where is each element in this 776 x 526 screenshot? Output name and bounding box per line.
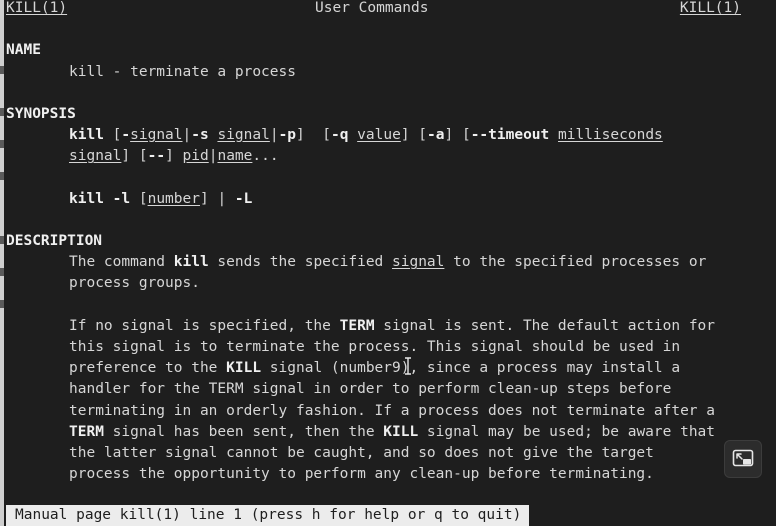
description-p1-line-1: The command kill sends the specified sig… xyxy=(6,252,770,273)
synopsis-text: ] [ xyxy=(121,148,148,165)
description-text: signal is sent. The default action for xyxy=(374,317,716,334)
description-bold-term: TERM xyxy=(69,423,104,440)
picture-in-picture-button[interactable] xyxy=(724,440,762,478)
synopsis-option: -- xyxy=(147,148,166,165)
name-text: kill - terminate a process xyxy=(69,63,296,80)
description-text: signal may be used; be aware that xyxy=(418,423,716,440)
section-heading-description: DESCRIPTION xyxy=(6,233,103,250)
edge-tick xyxy=(0,300,4,308)
section-heading-name: NAME xyxy=(6,42,41,59)
description-text: process groups. xyxy=(69,275,200,292)
description-p1-line-2: process groups. xyxy=(6,273,770,294)
header-right-title: KILL(1) xyxy=(679,0,741,16)
synopsis-arg: signal xyxy=(69,148,122,165)
description-text: handler for the TERM signal in order to … xyxy=(69,381,672,398)
edge-tick xyxy=(0,66,4,74)
header-left-title: KILL(1) xyxy=(6,0,68,16)
synopsis-cmd: kill xyxy=(69,127,104,144)
left-edge-strip xyxy=(0,0,4,526)
synopsis-arg: signal xyxy=(217,127,270,144)
description-text: process the opportunity to perform any c… xyxy=(69,466,654,483)
synopsis-option: -q xyxy=(330,127,349,144)
description-p2-line-6: TERM signal has been sent, then the KILL… xyxy=(6,422,770,443)
terminal-window[interactable]: KILL(1) User Commands KILL(1) NAME kill … xyxy=(0,0,776,526)
synopsis-line-2: signal] [--] pid|name... xyxy=(6,146,770,167)
description-bold-term: kill xyxy=(173,254,209,271)
name-line: kill - terminate a process xyxy=(6,62,770,83)
synopsis-option: --timeout xyxy=(470,127,550,144)
description-arg: signal xyxy=(392,254,445,271)
synopsis-option: -a xyxy=(427,127,445,144)
description-text: the latter signal cannot be caught, and … xyxy=(69,444,654,461)
description-p2-line-1: If no signal is specified, the TERM sign… xyxy=(6,316,770,337)
description-p2-line-4: handler for the TERM signal in order to … xyxy=(6,379,770,400)
synopsis-text: ] [ xyxy=(296,127,331,144)
header-center-title: User Commands xyxy=(315,0,429,16)
synopsis-text xyxy=(348,127,357,143)
description-text: sends the specified xyxy=(208,254,393,271)
synopsis-arg: value xyxy=(357,127,401,144)
synopsis-text: ] [ xyxy=(400,127,428,144)
synopsis-option: -L xyxy=(234,190,253,207)
synopsis-text: [ xyxy=(103,127,122,144)
description-text: The command xyxy=(69,254,174,271)
description-text: terminating in an orderly fashion. If a … xyxy=(69,402,716,419)
synopsis-text: ... xyxy=(252,148,279,165)
picture-in-picture-icon xyxy=(732,449,754,467)
synopsis-line-1: kill [-signal|-s signal|-p] [-q value] [… xyxy=(6,125,770,146)
description-text: this signal is to terminate the process.… xyxy=(69,339,681,355)
description-p2-line-7: the latter signal cannot be caught, and … xyxy=(6,443,770,464)
synopsis-option: - xyxy=(121,127,131,144)
edge-tick xyxy=(0,108,4,116)
synopsis-cmd: kill xyxy=(69,190,104,207)
text-cursor-icon xyxy=(405,357,411,375)
synopsis-arg: pid xyxy=(182,148,209,165)
description-text: preference to the xyxy=(69,360,227,377)
description-p2-line-2: this signal is to terminate the process.… xyxy=(6,337,770,358)
description-bold-term: KILL xyxy=(226,360,262,377)
synopsis-text: ] [ xyxy=(444,127,471,144)
synopsis-arg: number xyxy=(147,190,200,207)
description-text: signal (number xyxy=(261,360,393,377)
synopsis-arg: signal xyxy=(130,127,183,144)
synopsis-option: -s xyxy=(191,127,209,144)
section-heading-synopsis: SYNOPSIS xyxy=(6,105,76,122)
pager-status-bar: Manual page kill(1) line 1 (press h for … xyxy=(6,505,530,526)
synopsis-arg: milliseconds xyxy=(558,127,663,144)
man-page-content[interactable]: KILL(1) User Commands KILL(1) NAME kill … xyxy=(6,0,770,485)
description-p2-line-5: terminating in an orderly fashion. If a … xyxy=(6,401,770,422)
description-bold-term: TERM xyxy=(339,317,375,334)
synopsis-text: | xyxy=(182,127,192,144)
synopsis-arg: name xyxy=(217,148,253,165)
description-bold-term: KILL xyxy=(383,423,419,440)
synopsis-text xyxy=(104,191,113,207)
edge-tick xyxy=(0,172,4,180)
description-text: signal has been sent, then the xyxy=(103,423,384,440)
synopsis-text: ] | xyxy=(199,190,235,207)
edge-tick xyxy=(0,236,4,244)
description-text: to the specified processes or xyxy=(444,254,707,271)
synopsis-line-3: kill -l [number] | -L xyxy=(6,189,770,210)
synopsis-option: -l xyxy=(112,190,131,207)
description-text: 9), since a process may install a xyxy=(392,360,681,377)
description-p2-line-3: preference to the KILL signal (number9),… xyxy=(6,358,770,379)
description-text: If no signal is specified, the xyxy=(69,317,340,334)
description-p2-line-8: process the opportunity to perform any c… xyxy=(6,464,770,485)
man-header: KILL(1) User Commands KILL(1) xyxy=(6,0,770,19)
synopsis-text: ] xyxy=(165,148,183,165)
synopsis-option: -p xyxy=(278,127,297,144)
synopsis-text xyxy=(549,127,558,143)
edge-tick xyxy=(0,140,4,148)
synopsis-text: [ xyxy=(130,190,148,207)
edge-tick xyxy=(0,268,4,276)
synopsis-text: | xyxy=(269,127,279,144)
